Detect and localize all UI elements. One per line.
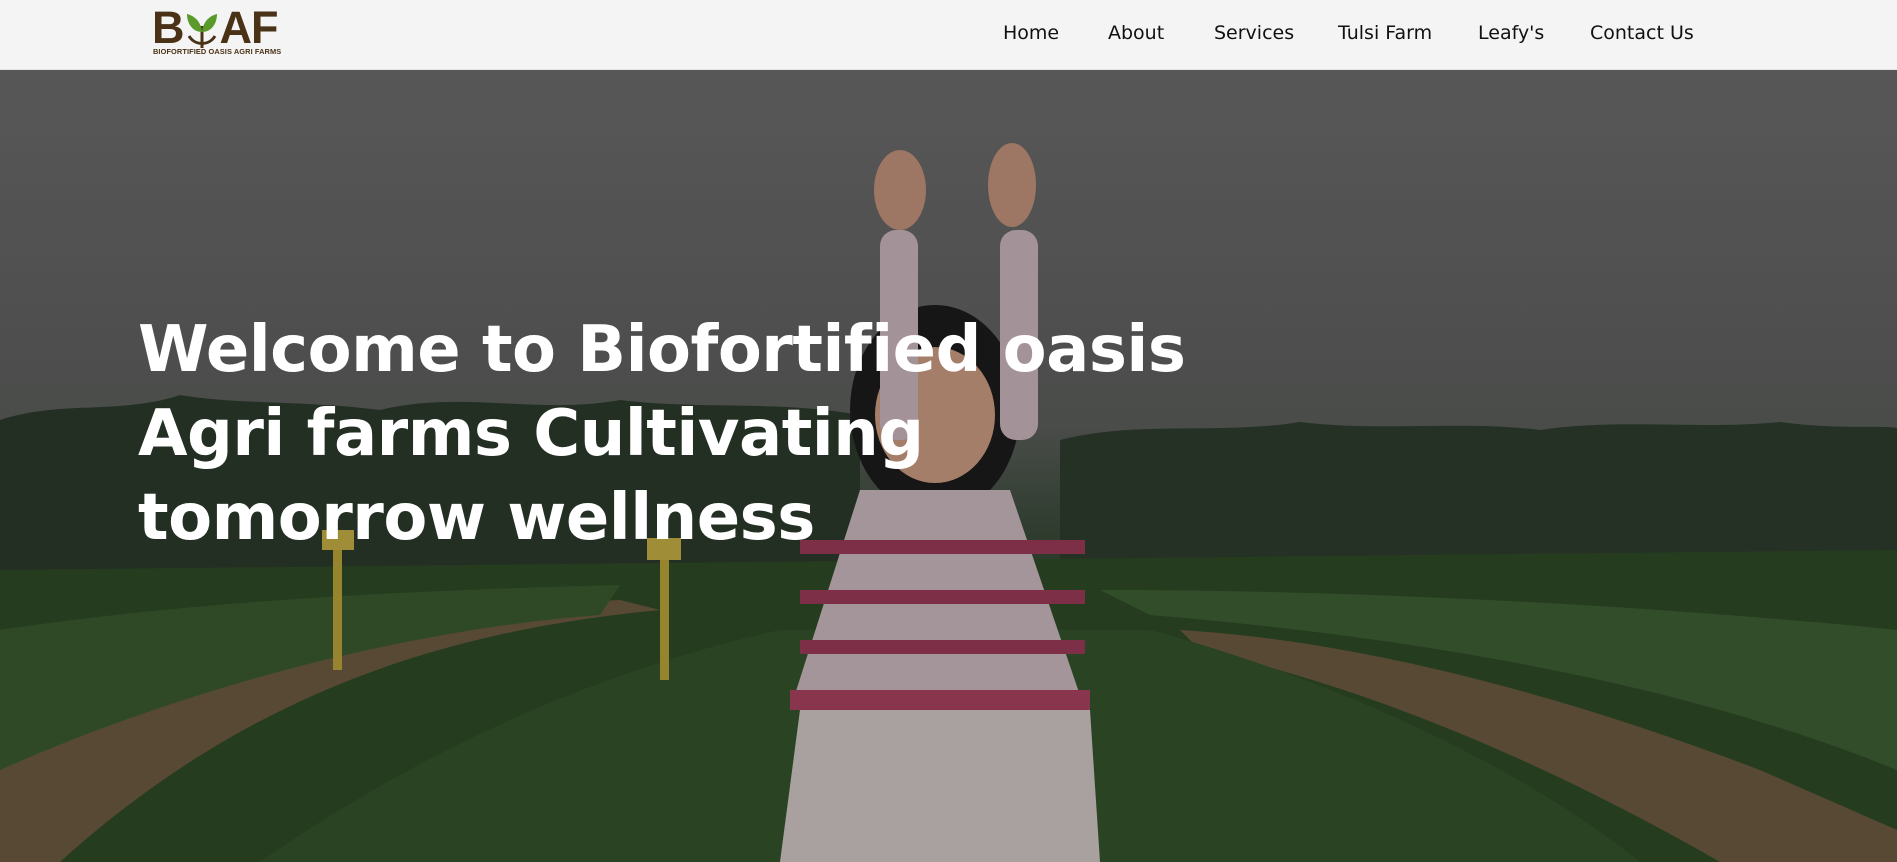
nav-about[interactable]: About	[1108, 22, 1164, 44]
nav-leafys[interactable]: Leafy's	[1478, 22, 1544, 44]
main-nav: Home About Services Tulsi Farm Leafy's C…	[0, 0, 1897, 70]
hero-title-line-2: Agri farms Cultivating	[138, 397, 924, 471]
nav-contact-us[interactable]: Contact Us	[1590, 22, 1694, 44]
hero-title: Welcome to Biofortified oasis Agri farms…	[138, 308, 1186, 560]
nav-services[interactable]: Services	[1214, 22, 1294, 44]
hero-title-line-1: Welcome to Biofortified oasis	[138, 313, 1186, 387]
hero-title-line-3: tomorrow wellness	[138, 481, 815, 555]
hero-banner: Welcome to Biofortified oasis Agri farms…	[0, 70, 1897, 862]
nav-tulsi-farm[interactable]: Tulsi Farm	[1338, 22, 1432, 44]
site-header: B AF BIOFORTIFIED OASIS AGRI FARMS Home …	[0, 0, 1897, 70]
nav-home[interactable]: Home	[1003, 22, 1059, 44]
